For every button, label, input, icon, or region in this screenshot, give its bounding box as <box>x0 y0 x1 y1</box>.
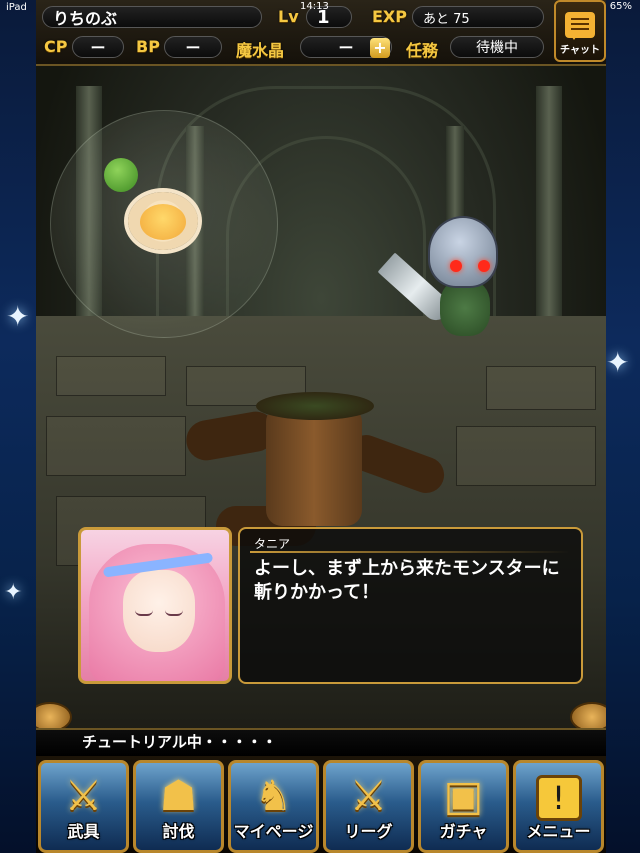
bp-value: ー <box>164 36 222 58</box>
chat-icon <box>565 12 595 40</box>
menu-label: 討伐 <box>162 822 195 841</box>
crossed-swords-icon: ⚔ <box>349 771 388 820</box>
tree-stump-monster[interactable] <box>266 406 362 526</box>
menu-button-mypage[interactable]: ♞ マイページ <box>228 760 319 853</box>
menu-button-equipment[interactable]: ⚔ 武具 <box>38 760 129 853</box>
sparkle-icon: ✦ <box>6 300 30 333</box>
menu-button-league[interactable]: ⚔ リーグ <box>323 760 414 853</box>
menu-label: 武具 <box>67 822 100 841</box>
sprout-icon <box>104 158 138 192</box>
dialog-text: よーし、まず上から来たモンスターに斬りかかって！ <box>254 558 560 603</box>
exclamation-icon: ! <box>535 775 582 821</box>
bottom-menu: ⚔ 武具 ☗ 討伐 ♞ マイページ ⚔ リーグ ▣ ガチャ ! メニュー <box>36 756 606 853</box>
floor-tile <box>456 426 596 486</box>
battery-level: 65% <box>609 1 632 12</box>
floor-tile <box>486 366 596 410</box>
mission-value: 待機中 <box>450 36 544 58</box>
crystal-add-button[interactable]: + <box>370 38 390 58</box>
cp-value: ー <box>72 36 124 58</box>
goblin-eye <box>478 260 490 272</box>
tutorial-status: チュートリアル中・・・・・ <box>36 728 606 756</box>
crystal-label: 魔水晶 <box>236 41 285 60</box>
bp-label: BP <box>136 37 160 56</box>
menu-button-menu[interactable]: ! メニュー <box>513 760 604 853</box>
treasure-chest-icon: ▣ <box>443 771 484 820</box>
sheep-face <box>140 204 186 240</box>
right-background <box>600 0 640 853</box>
menu-label: マイページ <box>233 822 314 841</box>
menu-label: メニュー <box>526 822 591 841</box>
menu-label: ガチャ <box>439 822 488 841</box>
floor-tile <box>56 356 166 396</box>
frame-corner <box>36 702 72 730</box>
clock: 14:13 <box>300 1 329 12</box>
menu-button-gacha[interactable]: ▣ ガチャ <box>418 760 509 853</box>
menu-label: リーグ <box>344 822 393 841</box>
tree-stump-top <box>256 392 374 420</box>
floor-tile <box>46 416 186 476</box>
speaker-name: タニア <box>254 537 291 551</box>
left-background <box>0 0 40 853</box>
sparkle-icon: ✦ <box>606 346 630 379</box>
cp-label: CP <box>44 37 68 56</box>
portrait-face <box>123 570 195 652</box>
device-name: iPad <box>6 1 27 13</box>
frame-corner <box>570 702 606 730</box>
dialog-box[interactable]: タニア よーし、まず上から来たモンスターに斬りかかって！ <box>238 527 583 684</box>
goblin-eye <box>450 260 462 272</box>
chat-label: チャット <box>560 45 600 56</box>
sparkle-icon: ✦ <box>4 580 23 605</box>
speaker-divider <box>250 551 570 553</box>
mission-label: 任務 <box>406 41 439 60</box>
monster-icon: ☗ <box>159 771 198 820</box>
knight-icon: ♞ <box>254 771 293 820</box>
device-status-bar: iPad 14:13 65% <box>0 0 640 14</box>
pillar <box>536 86 562 316</box>
sword-icon: ⚔ <box>64 771 103 820</box>
tania-portrait <box>78 527 232 684</box>
goblin-monster[interactable] <box>428 216 498 288</box>
goblin-body <box>440 280 490 336</box>
menu-button-subjugation[interactable]: ☗ 討伐 <box>133 760 224 853</box>
